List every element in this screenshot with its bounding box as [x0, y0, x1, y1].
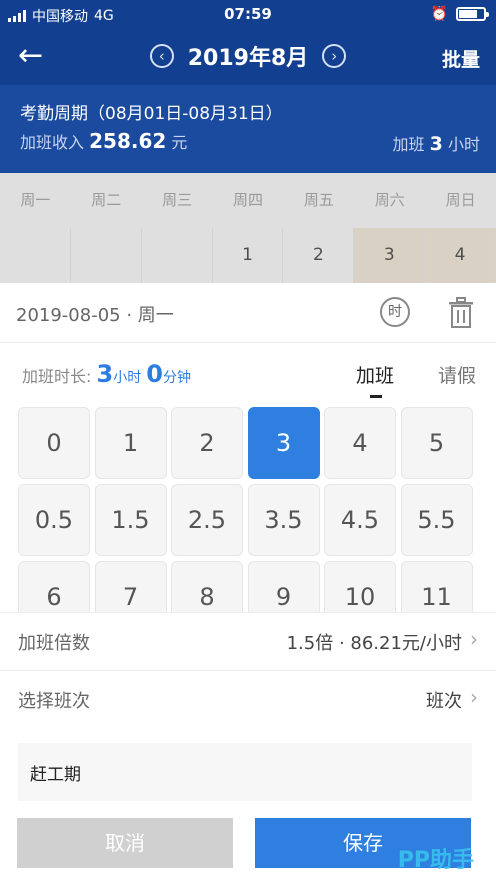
- hour-option[interactable]: 4.5: [324, 484, 396, 556]
- shift-row[interactable]: 选择班次 班次 ›: [0, 670, 496, 728]
- duration-minutes: 0: [146, 360, 163, 388]
- duration-row: 加班时长: 3小时 0分钟 加班 请假: [0, 343, 496, 403]
- multiplier-label: 加班倍数: [18, 633, 90, 654]
- cancel-button[interactable]: 取消: [17, 818, 233, 868]
- hour-option[interactable]: 9: [247, 561, 320, 612]
- alarm-icon: ⏰: [430, 6, 448, 22]
- overtime-hours: 加班 3 小时: [393, 131, 480, 155]
- hour-option[interactable]: 2.5: [171, 484, 243, 556]
- hour-option[interactable]: 3.5: [247, 484, 320, 556]
- hours-unit: 小时: [113, 370, 142, 386]
- ot-unit: 小时: [447, 135, 480, 154]
- overtime-sheet: 2019-08-05 · 周一 时 加班时长: 3小时 0分钟 加班 请假 01…: [0, 283, 496, 882]
- duration-label: 加班时长:: [22, 367, 92, 386]
- date-row: 2019-08-05 · 周一 时: [0, 283, 496, 343]
- remark-input[interactable]: [18, 743, 472, 801]
- watermark: PP助手: [397, 848, 474, 873]
- hour-option[interactable]: 3: [247, 407, 320, 479]
- duration-hours: 3: [96, 360, 114, 388]
- hour-option[interactable]: 0.5: [18, 484, 90, 556]
- hour-option[interactable]: 10: [324, 561, 396, 612]
- multiplier-value: 1.5倍 · 86.21元/小时: [286, 633, 462, 654]
- shift-value: 班次: [426, 691, 462, 712]
- selected-date: 2019-08-05 · 周一: [16, 305, 174, 326]
- income-unit: 元: [171, 133, 188, 152]
- tab-leave[interactable]: 请假: [438, 361, 476, 388]
- batch-button[interactable]: 批量: [442, 45, 480, 72]
- type-tabs: 加班 请假: [356, 361, 476, 398]
- month-selector: ‹ 2019年8月 ›: [0, 40, 496, 72]
- income-value: 258.62: [89, 129, 167, 153]
- overtime-duration: 加班时长: 3小时 0分钟: [22, 360, 191, 388]
- prev-month-button[interactable]: ‹: [149, 44, 174, 68]
- overtime-income: 加班收入 258.62 元: [20, 129, 187, 153]
- hour-option[interactable]: 11: [400, 561, 473, 612]
- hour-option[interactable]: 0: [18, 407, 90, 479]
- nav-bar: ← ‹ 2019年8月 › 批量: [0, 30, 496, 85]
- status-time: 07:59: [224, 5, 272, 23]
- hours-grid: 0 1 2 3 4 5 0.5 1.5 2.5 3.5 4.5 5.5 6 7 8 9 10 11: [18, 407, 480, 612]
- tab-overtime[interactable]: 加班: [356, 361, 394, 398]
- month-title: 2019年8月: [187, 46, 309, 71]
- chevron-right-icon: ›: [470, 685, 478, 709]
- hour-option[interactable]: 8: [171, 561, 243, 612]
- shift-label: 选择班次: [18, 691, 90, 712]
- period-title: 考勤周期（08月01日-08月31日）: [20, 104, 283, 124]
- multiplier-row[interactable]: 加班倍数 1.5倍 · 86.21元/小时 ›: [0, 612, 496, 670]
- chevron-right-icon: ›: [470, 627, 478, 651]
- clock-icon[interactable]: 时: [380, 297, 410, 327]
- hour-option[interactable]: 2: [171, 407, 243, 479]
- hour-option[interactable]: 4: [324, 407, 396, 479]
- battery-icon: [456, 7, 489, 21]
- hour-option[interactable]: 1: [94, 407, 167, 479]
- modal-overlay[interactable]: [0, 173, 496, 283]
- ot-label: 加班: [392, 135, 425, 154]
- period-summary: 考勤周期（08月01日-08月31日） 加班收入 258.62 元 加班 3 小…: [0, 85, 496, 173]
- trash-icon[interactable]: [448, 297, 474, 329]
- minutes-unit: 分钟: [163, 370, 191, 386]
- next-month-button[interactable]: ›: [322, 44, 347, 68]
- status-bar: 中国移动 4G 07:59 ⏰: [0, 0, 496, 30]
- ot-value: 3: [429, 133, 443, 155]
- hour-option[interactable]: 5: [400, 407, 473, 479]
- hour-option[interactable]: 6: [18, 561, 90, 612]
- hour-option[interactable]: 7: [94, 561, 167, 612]
- hour-option[interactable]: 1.5: [94, 484, 167, 556]
- hour-option[interactable]: 5.5: [400, 484, 473, 556]
- income-label: 加班收入: [20, 133, 85, 152]
